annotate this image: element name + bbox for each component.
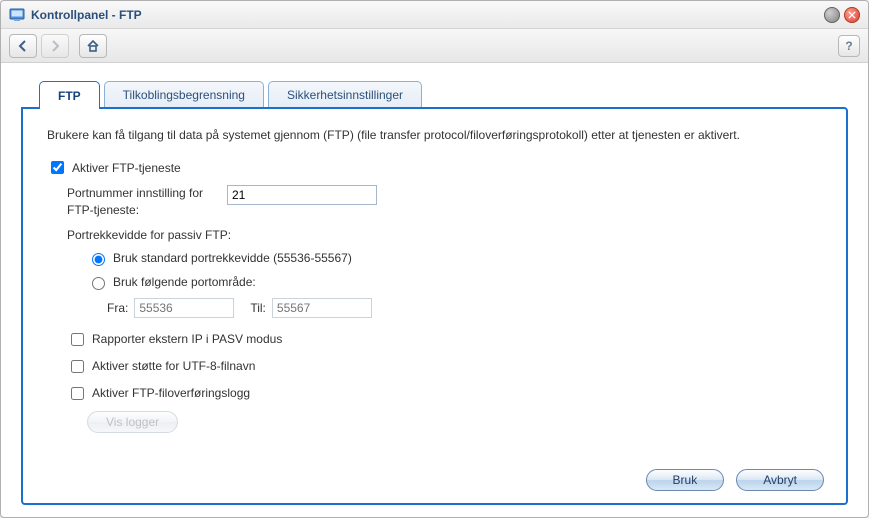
back-button[interactable] [9, 34, 37, 58]
control-panel-icon [9, 7, 25, 23]
passive-custom-radio[interactable] [92, 277, 105, 290]
view-logs-label: Vis logger [106, 415, 159, 429]
passive-default-radio[interactable] [92, 253, 105, 266]
home-button[interactable] [79, 34, 107, 58]
row-report-ip: Rapporter ekstern IP i PASV modus [67, 330, 822, 349]
row-passive-default: Bruk standard portrekkevidde (55536-5556… [87, 250, 822, 266]
forward-button[interactable] [41, 34, 69, 58]
range-from-input[interactable] [134, 298, 234, 318]
row-view-logs: Vis logger [87, 411, 822, 433]
tab-panel-ftp: Brukere kan få tilgang til data på syste… [21, 107, 848, 505]
passive-default-label: Bruk standard portrekkevidde (55536-5556… [113, 251, 352, 265]
row-passive-custom: Bruk følgende portområde: [87, 274, 822, 290]
help-button[interactable]: ? [838, 35, 860, 57]
footer-buttons: Bruk Avbryt [646, 469, 824, 491]
row-xferlog: Aktiver FTP-filoverføringslogg [67, 384, 822, 403]
cancel-button[interactable]: Avbryt [736, 469, 824, 491]
row-passive-range: Fra: Til: [107, 298, 822, 318]
tab-strip: FTP Tilkoblingsbegrensning Sikkerhetsinn… [21, 79, 848, 107]
tab-security[interactable]: Sikkerhetsinnstillinger [268, 81, 422, 108]
enable-ftp-checkbox[interactable] [51, 161, 64, 174]
row-enable-ftp: Aktiver FTP-tjeneste [47, 158, 822, 177]
content-area: FTP Tilkoblingsbegrensning Sikkerhetsinn… [1, 63, 868, 517]
port-label: Portnummer innstilling for FTP-tjeneste: [67, 185, 227, 217]
toolbar: ? [1, 29, 868, 63]
tab-ftp[interactable]: FTP [39, 81, 100, 109]
passive-range-header: Portrekkevidde for passiv FTP: [67, 228, 822, 242]
tab-connection-limit[interactable]: Tilkoblingsbegrensning [104, 81, 264, 108]
close-button[interactable] [844, 7, 860, 23]
window-title: Kontrollpanel - FTP [31, 8, 820, 22]
xferlog-checkbox[interactable] [71, 387, 84, 400]
range-to-label: Til: [250, 301, 266, 315]
row-port: Portnummer innstilling for FTP-tjeneste: [67, 185, 822, 217]
range-to-input[interactable] [272, 298, 372, 318]
report-ip-label: Rapporter ekstern IP i PASV modus [92, 332, 282, 346]
view-logs-button[interactable]: Vis logger [87, 411, 178, 433]
utf8-label: Aktiver støtte for UTF-8-filnavn [92, 359, 255, 373]
passive-custom-label: Bruk følgende portområde: [113, 275, 256, 289]
titlebar: Kontrollpanel - FTP [1, 1, 868, 29]
apply-label: Bruk [673, 473, 698, 487]
window: Kontrollpanel - FTP ? FTP Tilkoblingsbeg… [0, 0, 869, 518]
row-utf8: Aktiver støtte for UTF-8-filnavn [67, 357, 822, 376]
enable-ftp-label: Aktiver FTP-tjeneste [72, 161, 181, 175]
report-ip-checkbox[interactable] [71, 333, 84, 346]
port-input[interactable] [227, 185, 377, 205]
tab-label: Sikkerhetsinnstillinger [287, 88, 403, 102]
cancel-label: Avbryt [763, 473, 797, 487]
xferlog-label: Aktiver FTP-filoverføringslogg [92, 386, 250, 400]
tab-label: FTP [58, 89, 81, 103]
utf8-checkbox[interactable] [71, 360, 84, 373]
minimize-button[interactable] [824, 7, 840, 23]
range-from-label: Fra: [107, 301, 128, 315]
apply-button[interactable]: Bruk [646, 469, 725, 491]
panel-description: Brukere kan få tilgang til data på syste… [47, 127, 822, 144]
tab-label: Tilkoblingsbegrensning [123, 88, 245, 102]
